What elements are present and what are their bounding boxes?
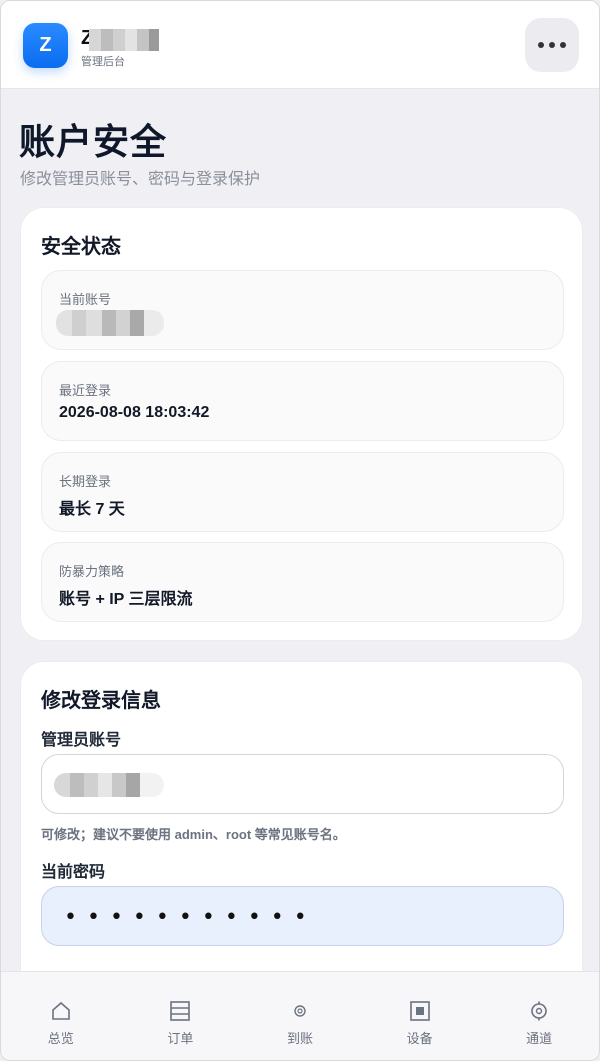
info-label: 防暴力策略 bbox=[59, 564, 125, 579]
info-current-account: 当前账号 bbox=[41, 270, 564, 350]
nav-label: 总览 bbox=[47, 1031, 74, 1046]
info-value: 2026-08-08 18:03:42 bbox=[59, 404, 210, 421]
more-dot bbox=[549, 42, 555, 48]
target-icon bbox=[289, 1000, 311, 1022]
password-label: 当前密码 bbox=[41, 864, 106, 881]
info-label: 当前账号 bbox=[59, 292, 112, 307]
brand-subtitle: 管理后台 bbox=[81, 56, 125, 68]
nav-label: 通道 bbox=[526, 1031, 553, 1046]
home-icon bbox=[50, 1000, 72, 1022]
page-title: 账户安全 bbox=[19, 121, 168, 162]
app-window: Z Z 管理后台 账户安全 修改管理员账号、密码与登录保护 安全状态 当前账号 bbox=[0, 0, 600, 1061]
redacted-username-value bbox=[54, 773, 164, 797]
nav-label: 到账 bbox=[286, 1031, 313, 1046]
card-title: 安全状态 bbox=[41, 236, 121, 258]
username-input[interactable] bbox=[41, 754, 564, 814]
top-header: Z Z 管理后台 bbox=[1, 1, 599, 89]
more-dot bbox=[560, 42, 566, 48]
info-label: 长期登录 bbox=[59, 474, 112, 489]
info-value: 最长 7 天 bbox=[59, 501, 125, 518]
app-logo: Z bbox=[23, 23, 68, 68]
device-icon bbox=[409, 1000, 431, 1022]
page-subtitle: 修改管理员账号、密码与登录保护 bbox=[20, 171, 261, 188]
settings-icon bbox=[528, 1000, 550, 1022]
modify-login-card: 修改登录信息 管理员账号 可修改；建议不要使用 admin、root 等常见账号… bbox=[20, 661, 583, 1001]
list-icon bbox=[169, 1000, 191, 1022]
username-label: 管理员账号 bbox=[41, 732, 122, 749]
security-status-card: 安全状态 当前账号 最近登录 2026-08-08 18:03:42 长期登录 … bbox=[20, 207, 583, 641]
info-long-login: 长期登录 最长 7 天 bbox=[41, 452, 564, 532]
nav-label: 订单 bbox=[167, 1031, 194, 1046]
info-label: 最近登录 bbox=[59, 383, 112, 398]
nav-label: 设备 bbox=[406, 1031, 433, 1046]
brand-name: Z bbox=[81, 27, 167, 53]
info-brute-force-policy: 防暴力策略 账号 + IP 三层限流 bbox=[41, 542, 564, 622]
more-menu-button[interactable] bbox=[525, 18, 579, 72]
nav-item-devices[interactable]: 设备 bbox=[370, 972, 470, 1060]
info-last-login: 最近登录 2026-08-08 18:03:42 bbox=[41, 361, 564, 441]
password-mask: ••••••••••• bbox=[64, 905, 317, 930]
nav-item-orders[interactable]: 订单 bbox=[130, 972, 230, 1060]
bottom-navigation: 总览 订单 到账 设备 通道 bbox=[1, 971, 599, 1060]
nav-item-channels[interactable]: 通道 bbox=[489, 972, 589, 1060]
info-value: 账号 + IP 三层限流 bbox=[59, 591, 193, 608]
current-password-input[interactable]: ••••••••••• bbox=[41, 886, 564, 946]
nav-item-arrivals[interactable]: 到账 bbox=[250, 972, 350, 1060]
nav-item-overview[interactable]: 总览 bbox=[11, 972, 111, 1060]
brand-name-redacted bbox=[89, 29, 167, 51]
username-hint: 可修改；建议不要使用 admin、root 等常见账号名。 bbox=[41, 827, 346, 842]
more-horizontal-icon bbox=[538, 42, 544, 48]
redacted-account-value bbox=[56, 310, 164, 336]
card-title: 修改登录信息 bbox=[41, 690, 161, 712]
